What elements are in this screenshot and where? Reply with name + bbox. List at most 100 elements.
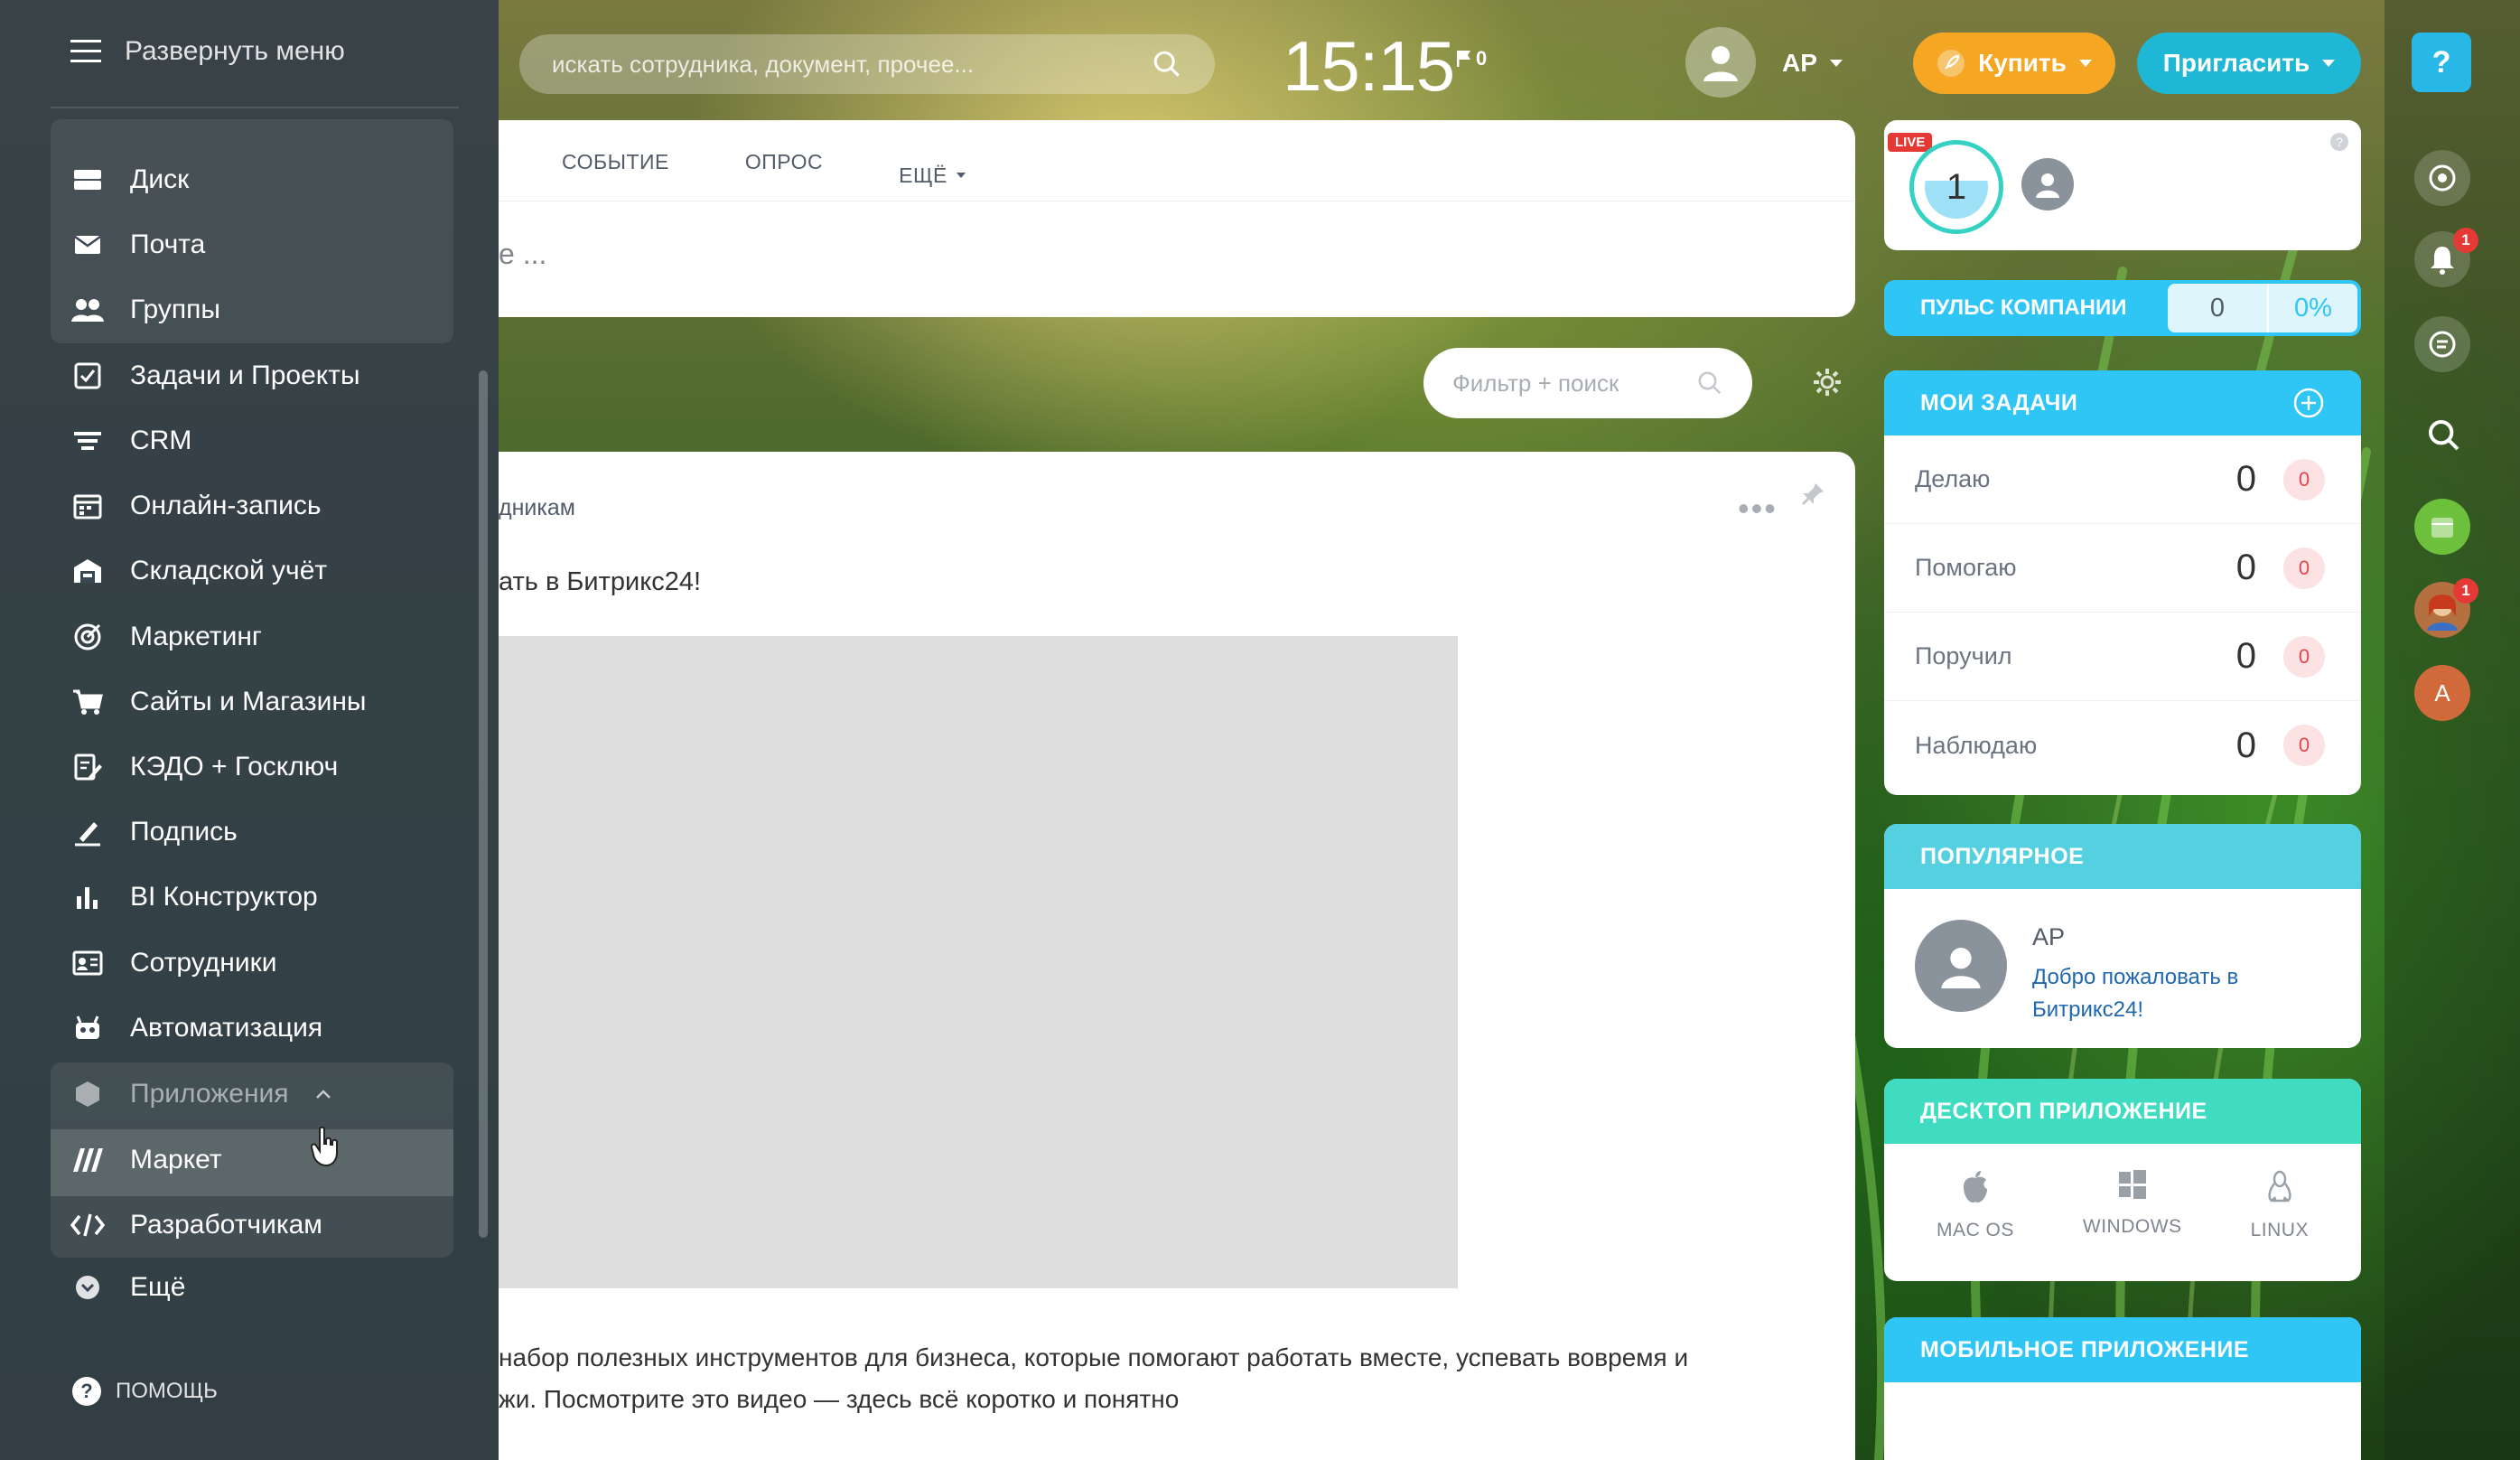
feed-post: дникам ать в Битрикс24! ••• набор полезн… (499, 452, 1855, 1460)
flag-counter[interactable]: 0 (1456, 47, 1487, 70)
marketing-icon (70, 620, 105, 654)
os-linux[interactable]: LINUX (2251, 1169, 2309, 1241)
buy-button[interactable]: Купить (1913, 33, 2115, 94)
sidebar-item-market[interactable]: Маркет (70, 1137, 222, 1183)
sidebar-item-employees[interactable]: Сотрудники (70, 941, 277, 986)
global-search-input[interactable]: искать сотрудника, документ, прочее... (519, 34, 1215, 94)
pulse-percent: 0% (2267, 284, 2357, 332)
gear-icon[interactable] (1811, 366, 1843, 403)
sidebar-item-groups[interactable]: Группы (70, 287, 220, 332)
post-text-line-1: набор полезных инструментов для бизнеса,… (499, 1343, 1689, 1371)
sidebar-item-apps[interactable]: Приложения (70, 1072, 332, 1117)
sidebar-scrollbar[interactable] (479, 370, 488, 1238)
post-text-line-2: жи. Посмотрите это видео — здесь всё кор… (499, 1385, 1180, 1413)
pulse-value: 0 (2168, 284, 2267, 332)
company-pulse[interactable]: ПУЛЬС КОМПАНИИ 0 0% (1884, 280, 2361, 336)
user-avatar[interactable] (1685, 27, 1756, 98)
market-icon (70, 1143, 105, 1177)
popular-title: ПОПУЛЯРНОЕ (1920, 843, 2085, 869)
sidebar-item-crm[interactable]: CRM (70, 418, 191, 463)
mouse-cursor-icon (310, 1126, 341, 1172)
task-row-doing[interactable]: Делаю 0 0 (1884, 435, 2361, 524)
sidebar-item-mail[interactable]: Почта (70, 222, 205, 267)
chevron-down-icon (2078, 60, 2092, 67)
crm-icon (70, 424, 105, 458)
add-task-icon[interactable] (2292, 387, 2325, 419)
tab-event[interactable]: СОБЫТИЕ (562, 150, 669, 201)
sidebar-item-sites[interactable]: Сайты и Магазины (70, 679, 366, 725)
employees-icon (70, 946, 105, 980)
desktop-app-widget: ДЕСКТОП ПРИЛОЖЕНИЕ MAC OS WINDOWS LINUX (1884, 1079, 2361, 1281)
buy-label: Купить (1978, 49, 2067, 77)
sidebar-item-booking[interactable]: Онлайн-запись (70, 483, 321, 529)
warehouse-icon (70, 554, 105, 588)
popular-author[interactable]: АР (2032, 923, 2065, 951)
tab-more[interactable]: ЕЩЁ (899, 150, 966, 201)
task-row-assigned[interactable]: Поручил 0 0 (1884, 613, 2361, 701)
sidebar-item-signature[interactable]: Подпись (70, 810, 238, 855)
sidebar-item-warehouse[interactable]: Складской учёт (70, 548, 327, 594)
task-count: 0 (2235, 548, 2256, 587)
task-row-helping[interactable]: Помогаю 0 0 (1884, 524, 2361, 613)
sidebar-item-more[interactable]: Ещё (70, 1265, 185, 1310)
sidebar-item-bi[interactable]: BI Конструктор (70, 875, 318, 920)
os-windows[interactable]: WINDOWS (2083, 1169, 2182, 1241)
linux-icon (2268, 1170, 2291, 1203)
avatar-badge: 1 (2453, 578, 2478, 604)
clock[interactable]: 15:15 (1283, 25, 1455, 108)
popular-post-link[interactable]: Добро пожаловать в Битрикс24! (2032, 961, 2321, 1026)
mobile-title: МОБИЛЬНОЕ ПРИЛОЖЕНИЕ (1920, 1336, 2250, 1362)
invite-label: Пригласить (2162, 49, 2310, 77)
apple-icon (1963, 1171, 1987, 1203)
os-macos[interactable]: MAC OS (1937, 1169, 2014, 1241)
task-label: Делаю (1915, 465, 1991, 492)
post-menu-icon[interactable]: ••• (1738, 490, 1778, 528)
filter-search-input[interactable]: Фильтр + поиск (1423, 348, 1752, 418)
calendar-app-icon[interactable] (2414, 499, 2470, 555)
chat-icon[interactable] (2414, 316, 2470, 372)
pin-icon[interactable] (1799, 481, 1826, 512)
post-recipients: дникам (499, 495, 575, 520)
popular-avatar[interactable] (1915, 920, 2007, 1012)
groups-icon (70, 293, 105, 327)
pulse-label: ПУЛЬС КОМПАНИИ (1920, 295, 2127, 320)
post-text: набор полезных инструментов для бизнеса,… (499, 1337, 1763, 1420)
flag-count: 0 (1476, 47, 1488, 70)
video-placeholder[interactable] (499, 636, 1458, 1288)
task-counter-badge: 0 (2283, 547, 2325, 589)
sidebar-item-label: Маркетинг (130, 622, 262, 651)
live-help-icon[interactable]: ? (2330, 133, 2348, 151)
copilot-icon[interactable] (2414, 150, 2470, 206)
user-menu[interactable]: АР (1782, 49, 1843, 78)
live-user-avatar[interactable] (2021, 158, 2074, 211)
sidebar-item-tasks[interactable]: Задачи и Проекты (70, 353, 360, 398)
rail-search-icon[interactable] (2426, 417, 2462, 458)
help-label: ПОМОЩЬ (116, 1379, 218, 1403)
sidebar-item-label: Группы (130, 295, 220, 324)
task-count: 0 (2235, 459, 2256, 499)
help-link[interactable]: ? ПОМОЩЬ (72, 1377, 218, 1406)
question-icon: ? (72, 1377, 101, 1406)
sidebar-item-edo[interactable]: КЭДО + Госключ (70, 744, 338, 790)
sidebar-item-disk[interactable]: Диск (70, 157, 189, 202)
os-list: MAC OS WINDOWS LINUX (1884, 1144, 2361, 1241)
expand-menu-label: Развернуть меню (125, 36, 345, 66)
expand-menu-button[interactable]: Развернуть меню (70, 36, 345, 67)
task-row-watching[interactable]: Наблюдаю 0 0 (1884, 701, 2361, 790)
sidebar-item-label: Подпись (130, 817, 238, 847)
user-icon (2036, 173, 2059, 198)
sidebar-item-automation[interactable]: Автоматизация (70, 1006, 322, 1051)
user-letter-avatar[interactable]: А (2414, 665, 2470, 721)
live-counter[interactable]: 1 (1909, 140, 2003, 234)
sidebar-item-label: Диск (130, 164, 190, 194)
code-icon (70, 1208, 105, 1242)
tab-poll[interactable]: ОПРОС (745, 150, 823, 201)
robot-icon (70, 1011, 105, 1045)
sidebar-item-developers[interactable]: Разработчикам (70, 1203, 322, 1248)
message-input[interactable]: е ... (499, 201, 1855, 271)
sidebar-item-marketing[interactable]: Маркетинг (70, 614, 262, 660)
chevron-circle-icon (70, 1270, 105, 1305)
task-counter-badge: 0 (2283, 725, 2325, 766)
help-button[interactable]: ? (2412, 33, 2471, 92)
invite-button[interactable]: Пригласить (2137, 33, 2361, 94)
